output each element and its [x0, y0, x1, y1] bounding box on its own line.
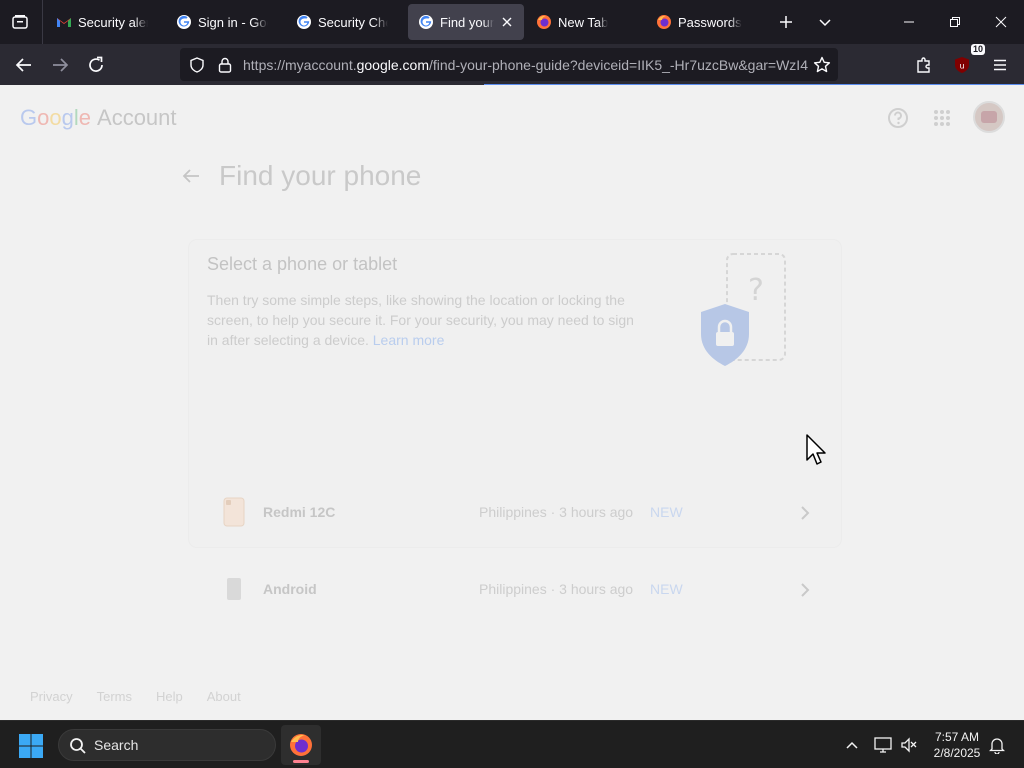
bookmark-star-icon[interactable] — [813, 56, 831, 74]
active-app-indicator — [293, 760, 309, 763]
tab-security-alert[interactable]: Security alert — [46, 4, 158, 40]
forward-icon[interactable] — [45, 50, 75, 80]
logo-letter: e — [78, 105, 92, 130]
gmail-icon — [56, 14, 72, 30]
navigation-toolbar: https://myaccount.google.com/find-your-p… — [0, 44, 1024, 85]
notification-bell-icon[interactable] — [987, 735, 1007, 755]
phone-redmi-icon — [223, 497, 245, 527]
chevron-right-icon — [795, 580, 815, 600]
tabstrip-divider — [42, 0, 43, 44]
tab-passwords[interactable]: Passwords — [646, 4, 768, 40]
device-selection-card: Select a phone or tablet Then try some s… — [189, 240, 841, 600]
device-meta: Philippines · 3 hours ago — [479, 504, 634, 520]
svg-text:?: ? — [748, 273, 764, 308]
clock-time: 7:57 AM — [934, 730, 980, 744]
phone-android-icon — [223, 574, 245, 604]
firefox-icon — [290, 734, 312, 756]
network-icon[interactable] — [873, 735, 893, 755]
clock-date: 2/8/2025 — [933, 746, 981, 760]
tab-new-tab[interactable]: New Tab — [526, 4, 646, 40]
tab-title: New Tab — [558, 14, 609, 30]
url-host: google.com — [356, 57, 429, 73]
device-name: Redmi 12C — [263, 504, 336, 520]
footer-privacy-link[interactable]: Privacy — [30, 689, 73, 704]
logo-letter: g — [61, 105, 74, 130]
firefox-icon — [656, 14, 672, 30]
logo-suffix: Account — [97, 105, 177, 130]
taskbar-search-box[interactable]: Search — [58, 729, 276, 761]
device-row-redmi-12c[interactable]: Redmi 12C Philippines · 3 hours ago NEW — [207, 489, 823, 537]
tab-title: Security Checkup — [318, 14, 388, 30]
logo-letter: G — [20, 105, 38, 130]
svg-text:u: u — [959, 62, 964, 71]
device-meta: Philippines · 3 hours ago — [479, 581, 634, 597]
url-prefix: https://myaccount. — [243, 57, 357, 73]
footer-help-link[interactable]: Help — [156, 689, 183, 704]
extension-badge: 10 — [970, 44, 985, 55]
close-window-icon[interactable] — [978, 0, 1024, 44]
new-badge: NEW — [650, 504, 683, 520]
taskbar-firefox-app[interactable] — [281, 725, 321, 765]
firefox-view-icon[interactable] — [8, 10, 32, 34]
url-path: /find-your-phone-guide?deviceid=IIK5_-Hr… — [429, 57, 808, 73]
apps-grid-icon[interactable] — [929, 105, 955, 131]
restore-window-icon[interactable] — [932, 0, 978, 44]
page-footer: Privacy Terms Help About — [30, 689, 265, 704]
close-tab-icon[interactable] — [500, 14, 514, 30]
card-title: Select a phone or tablet — [207, 254, 398, 274]
tab-title: Sign in - Google — [198, 14, 268, 30]
web-content: Google Account Find your phone Select a p… — [0, 85, 1024, 720]
url-text[interactable]: https://myaccount.google.com/find-your-p… — [243, 57, 808, 73]
windows-start-icon[interactable] — [18, 733, 44, 759]
page-title: Find your phone — [219, 160, 422, 191]
footer-terms-link[interactable]: Terms — [97, 689, 132, 704]
list-all-tabs-icon[interactable] — [813, 10, 837, 34]
device-name: Android — [263, 581, 317, 597]
avatar[interactable] — [973, 101, 1005, 133]
learn-more-link[interactable]: Learn more — [373, 332, 445, 348]
back-icon[interactable] — [9, 50, 39, 80]
windows-taskbar: Search 7:57 AM 2/8/2025 — [0, 720, 1024, 768]
tab-title: Passwords — [678, 14, 742, 30]
taskbar-clock[interactable]: 7:57 AM 2/8/2025 — [926, 729, 988, 761]
logo-letter: o — [49, 105, 62, 130]
back-arrow-icon[interactable] — [180, 165, 202, 187]
minimize-window-icon[interactable] — [886, 0, 932, 44]
footer-about-link[interactable]: About — [207, 689, 241, 704]
google-icon — [296, 14, 312, 30]
reload-icon[interactable] — [81, 50, 111, 80]
tab-title: Find your phone — [440, 14, 495, 30]
phone-shield-illustration-icon: ? — [701, 253, 786, 366]
extensions-puzzle-icon[interactable] — [909, 50, 939, 80]
menu-hamburger-icon[interactable] — [985, 50, 1015, 80]
new-badge: NEW — [650, 581, 683, 597]
help-icon[interactable] — [885, 105, 911, 131]
ublock-origin-icon[interactable]: u 10 — [947, 44, 985, 80]
tab-find-your-phone[interactable]: Find your phone — [408, 4, 524, 40]
tab-security-checkup[interactable]: Security Checkup — [286, 4, 398, 40]
tab-sign-in[interactable]: Sign in - Google — [166, 4, 278, 40]
new-tab-icon[interactable] — [774, 10, 798, 34]
tab-title: Security alert — [78, 14, 148, 30]
url-bar[interactable]: https://myaccount.google.com/find-your-p… — [180, 48, 838, 81]
google-icon — [176, 14, 192, 30]
logo-letter: o — [37, 105, 50, 130]
lock-icon[interactable] — [216, 56, 234, 74]
tracking-protection-icon[interactable] — [188, 56, 206, 74]
search-icon — [70, 738, 86, 754]
google-account-logo[interactable]: Google Account — [20, 105, 177, 131]
card-description: Then try some simple steps, like showing… — [207, 290, 647, 350]
show-hidden-icons-icon[interactable] — [842, 735, 862, 755]
volume-muted-icon[interactable] — [899, 735, 919, 755]
google-icon — [418, 14, 434, 30]
tab-strip: Security alert Sign in - Google Security… — [0, 0, 1024, 44]
chevron-right-icon — [795, 503, 815, 523]
firefox-icon — [536, 14, 552, 30]
mouse-cursor-icon — [806, 434, 826, 465]
search-label: Search — [94, 737, 139, 753]
device-row-android[interactable]: Android Philippines · 3 hours ago NEW — [207, 566, 823, 614]
